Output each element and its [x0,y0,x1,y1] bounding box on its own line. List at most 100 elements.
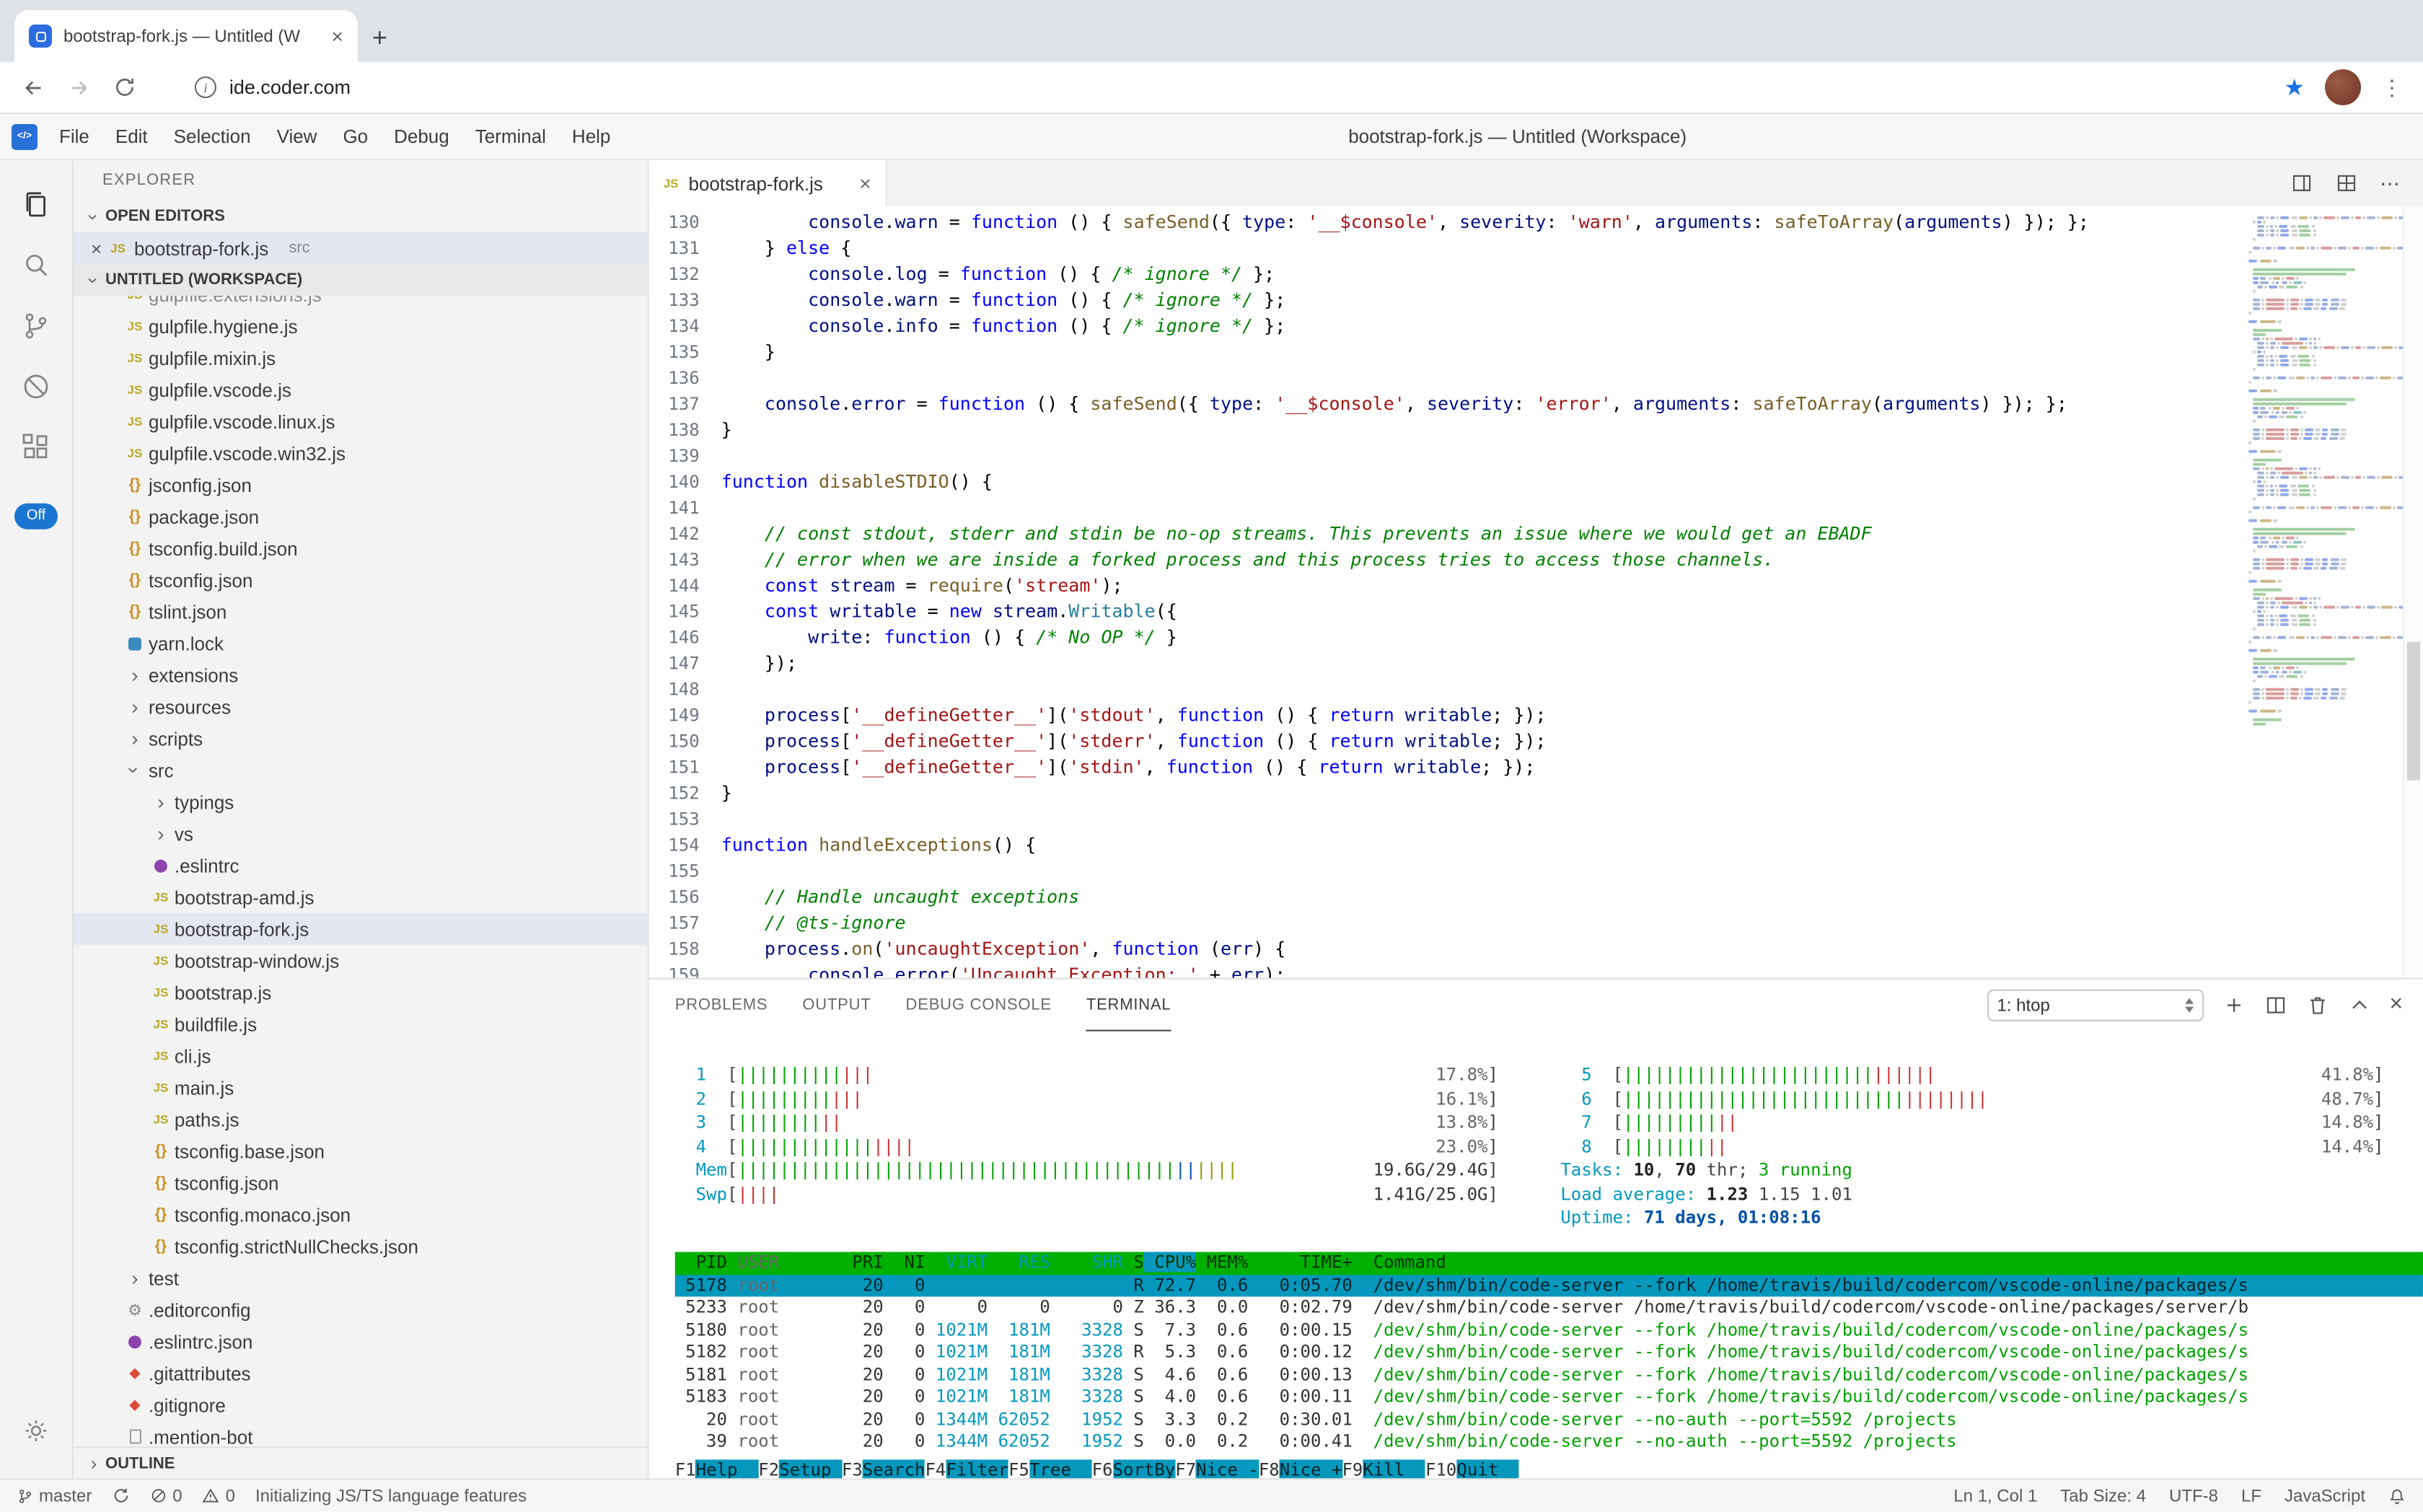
editor-tab-bootstrap-fork[interactable]: JS bootstrap-fork.js × [649,160,887,206]
search-icon[interactable] [7,235,65,296]
code-editor[interactable]: 130 console.warn = function () { safeSen… [649,206,2241,978]
more-actions-icon[interactable]: ⋯ [2380,171,2400,195]
fn-key-F6[interactable]: F6 [1092,1459,1113,1478]
bookmark-star-icon[interactable]: ★ [2284,73,2305,102]
code-line[interactable]: 135 } [649,339,2241,365]
site-info-icon[interactable]: i [195,76,216,98]
panel-tab-debug-console[interactable]: DEBUG CONSOLE [906,980,1052,1032]
tree-item-tslint.json[interactable]: {}tslint.json [74,596,648,628]
outline-section-header[interactable]: › OUTLINE [74,1446,648,1478]
open-editor-item[interactable]: × JS bootstrap-fork.js src [74,232,648,264]
tree-item-.editorconfig[interactable]: ⚙.editorconfig [74,1293,648,1325]
url-text[interactable]: ide.coder.com [229,76,351,98]
status-language-mode[interactable]: JavaScript [2285,1485,2365,1506]
panel-tab-problems[interactable]: PROBLEMS [675,980,768,1032]
tree-item-cli.js[interactable]: JScli.js [74,1040,648,1072]
fn-label-F10[interactable]: Quit [1456,1459,1519,1478]
tree-item-.eslintrc.json[interactable]: .eslintrc.json [74,1325,648,1357]
fn-label-F5[interactable]: Tree [1029,1459,1092,1478]
code-line[interactable]: 139 [649,443,2241,469]
code-line[interactable]: 152} [649,781,2241,806]
code-line[interactable]: 142 // const stdout, stderr and stdin be… [649,521,2241,547]
explorer-icon[interactable] [7,175,65,235]
process-row-5180[interactable]: 5180 root 20 0 1021M 181M 3328 S 7.3 0.6… [675,1319,2423,1341]
process-row-5233[interactable]: 5233 root 20 0 0 0 0 Z 36.3 0.0 0:02.79 … [675,1296,2423,1319]
status-indentation[interactable]: Tab Size: 4 [2060,1485,2146,1506]
tree-item-bootstrap.js[interactable]: JSbootstrap.js [74,977,648,1008]
code-line[interactable]: 150 process['__defineGetter__']('stderr'… [649,729,2241,755]
close-editor-icon[interactable]: × [91,237,102,259]
tab-close-icon[interactable]: × [331,25,343,48]
code-line[interactable]: 133 console.warn = function () { /* igno… [649,287,2241,313]
code-line[interactable]: 153 [649,806,2241,832]
reload-icon[interactable] [113,75,137,100]
tree-item-tsconfig.base.json[interactable]: {}tsconfig.base.json [74,1135,648,1167]
close-panel-icon[interactable]: × [2389,994,2403,1017]
tree-item-extensions[interactable]: ›extensions [74,659,648,691]
split-terminal-icon[interactable] [2264,994,2287,1017]
fn-key-F3[interactable]: F3 [842,1459,863,1478]
tree-item-gulpfile.hygiene.js[interactable]: JSgulpfile.hygiene.js [74,310,648,342]
menu-selection[interactable]: Selection [161,126,264,147]
menu-help[interactable]: Help [559,126,623,147]
scrollbar-thumb[interactable] [2407,642,2420,781]
tree-item-bootstrap-amd.js[interactable]: JSbootstrap-amd.js [74,882,648,913]
tree-item-tsconfig.json[interactable]: {}tsconfig.json [74,564,648,596]
tree-item-gulpfile.extensions.js[interactable]: JSgulpfile.extensions.js [74,296,648,310]
code-line[interactable]: 140function disableSTDIO() { [649,469,2241,495]
source-control-icon[interactable] [7,296,65,356]
fn-key-F5[interactable]: F5 [1008,1459,1029,1478]
new-terminal-icon[interactable] [2222,994,2245,1017]
menu-go[interactable]: Go [330,126,381,147]
fn-key-F1[interactable]: F1 [675,1459,696,1478]
tree-item-resources[interactable]: ›resources [74,691,648,723]
browser-avatar[interactable] [2325,69,2361,105]
process-row-5182[interactable]: 5182 root 20 0 1021M 181M 3328 R 5.3 0.6… [675,1341,2423,1363]
status-encoding[interactable]: UTF-8 [2169,1485,2218,1506]
code-line[interactable]: 155 [649,858,2241,884]
code-line[interactable]: 145 const writable = new stream.Writable… [649,599,2241,625]
code-line[interactable]: 131 } else { [649,235,2241,261]
process-row-39[interactable]: 39 root 20 0 1344M 62052 1952 S 0.0 0.2 … [675,1430,2423,1453]
tree-item-scripts[interactable]: ›scripts [74,723,648,755]
fn-label-F2[interactable]: Setup [779,1459,842,1478]
kill-terminal-icon[interactable] [2305,994,2329,1017]
process-row-20[interactable]: 20 root 20 0 1344M 62052 1952 S 3.3 0.2 … [675,1408,2423,1430]
split-editor-icon[interactable] [2290,172,2313,195]
code-line[interactable]: 144 const stream = require('stream'); [649,573,2241,599]
extensions-icon[interactable] [7,417,65,478]
status-cursor-position[interactable]: Ln 1, Col 1 [1953,1485,2037,1506]
tree-item-bootstrap-window.js[interactable]: JSbootstrap-window.js [74,945,648,977]
tree-item-vs[interactable]: ›vs [74,818,648,850]
tree-item-jsconfig.json[interactable]: {}jsconfig.json [74,469,648,501]
tree-item-tsconfig.build.json[interactable]: {}tsconfig.build.json [74,532,648,564]
tree-item-tsconfig.monaco.json[interactable]: {}tsconfig.monaco.json [74,1199,648,1231]
fn-label-F1[interactable]: Help [696,1459,759,1478]
code-line[interactable]: 149 process['__defineGetter__']('stdout'… [649,703,2241,729]
new-tab-button[interactable]: + [372,25,387,50]
code-line[interactable]: 136 [649,365,2241,391]
browser-tab[interactable]: bootstrap-fork.js — Untitled (W × [14,10,358,62]
tree-item-.gitattributes[interactable]: ◆.gitattributes [74,1357,648,1389]
menu-terminal[interactable]: Terminal [462,126,559,147]
minimap[interactable] [2241,206,2403,978]
fn-key-F10[interactable]: F10 [1425,1459,1456,1478]
tree-item-yarn.lock[interactable]: yarn.lock [74,628,648,659]
tree-item-.gitignore[interactable]: ◆.gitignore [74,1389,648,1420]
open-editors-header[interactable]: › OPEN EDITORS [74,201,648,232]
tree-item-bootstrap-fork.js[interactable]: JSbootstrap-fork.js [74,913,648,945]
tree-item-main.js[interactable]: JSmain.js [74,1072,648,1104]
fn-key-F2[interactable]: F2 [758,1459,779,1478]
fn-key-F4[interactable]: F4 [925,1459,946,1478]
panel-tab-output[interactable]: OUTPUT [802,980,871,1032]
process-row-5178[interactable]: 5178 root 20 0 1021M 181M 3328 R 72.7 0.… [675,1274,2423,1296]
tree-item-buildfile.js[interactable]: JSbuildfile.js [74,1008,648,1040]
fn-key-F9[interactable]: F9 [1342,1459,1363,1478]
tab-close-icon[interactable]: × [859,172,871,195]
panel-tab-terminal[interactable]: TERMINAL [1086,980,1171,1032]
browser-menu-icon[interactable]: ⋮ [2381,74,2403,100]
maximize-panel-icon[interactable] [2347,994,2370,1017]
code-line[interactable]: 138} [649,417,2241,443]
fn-label-F3[interactable]: Search [863,1459,925,1478]
status-sync[interactable] [112,1487,129,1504]
